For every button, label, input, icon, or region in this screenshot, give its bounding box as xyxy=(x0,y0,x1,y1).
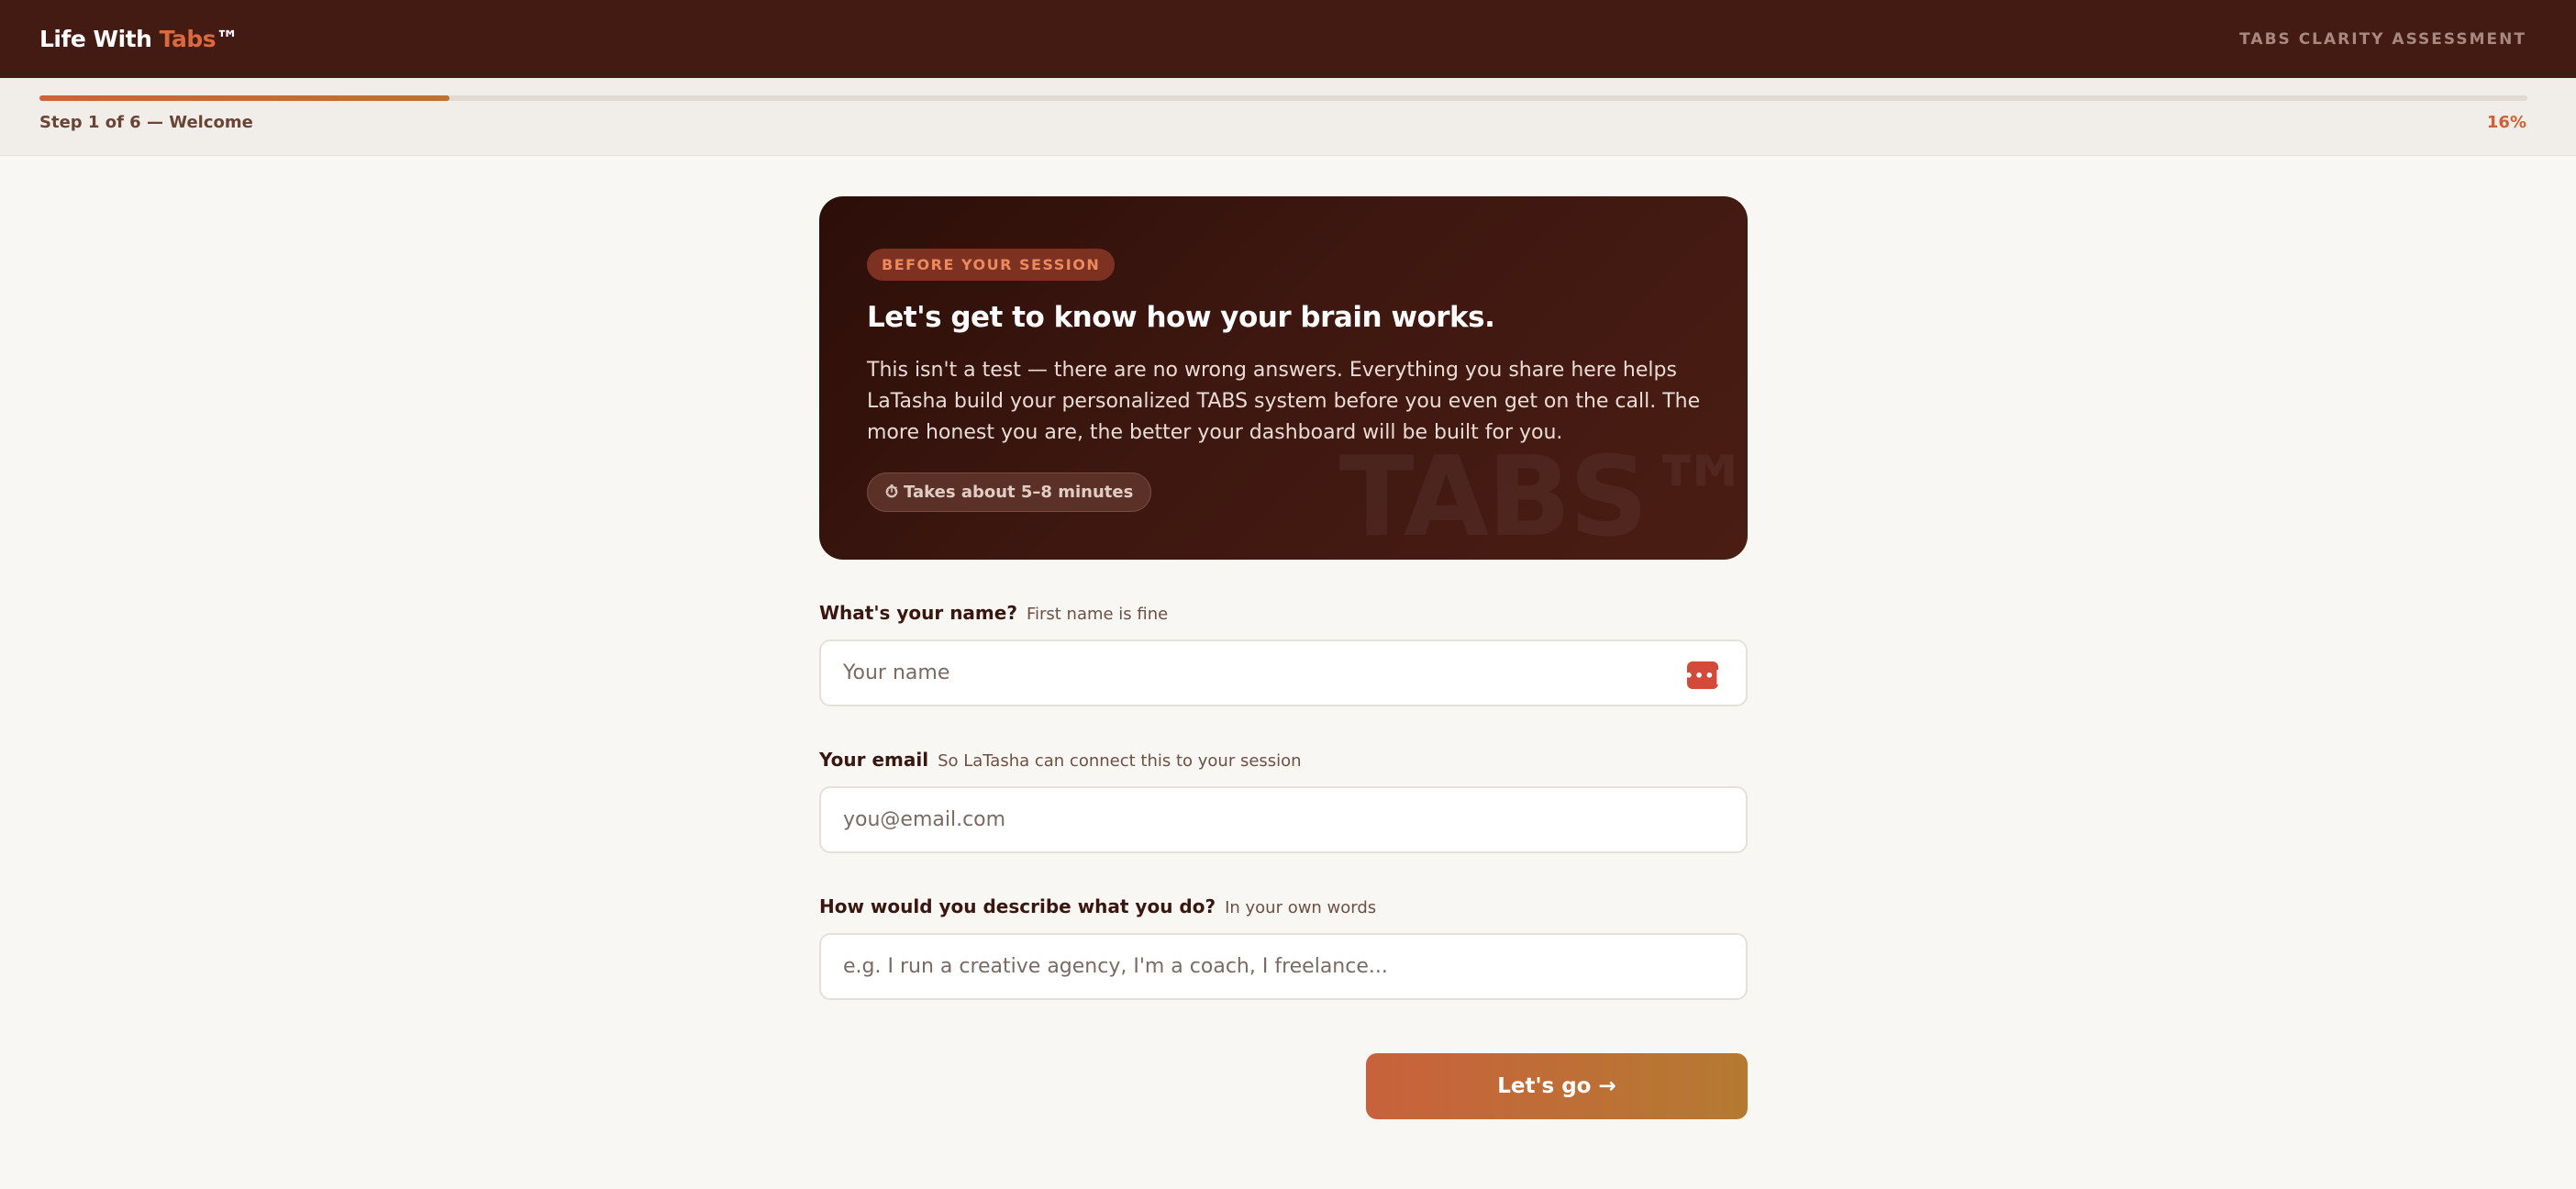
brand-suffix: ™ xyxy=(216,26,239,52)
assessment-label: TABS CLARITY ASSESSMENT xyxy=(2239,29,2526,49)
password-manager-icon[interactable]: •••| xyxy=(1684,661,1720,689)
name-hint: First name is fine xyxy=(1026,605,1169,624)
form-actions: Let's go → xyxy=(819,1053,1748,1119)
time-estimate-pill: ⏱ Takes about 5–8 minutes xyxy=(867,472,1152,512)
brand-accent: Tabs xyxy=(159,26,217,52)
role-input-wrap xyxy=(819,933,1748,1000)
brand-prefix: Life With xyxy=(39,26,160,52)
session-badge: BEFORE YOUR SESSION xyxy=(867,249,1116,281)
role-label: How would you describe what you do? In y… xyxy=(819,895,1748,917)
main-column: BEFORE YOUR SESSION Let's get to know ho… xyxy=(819,196,1748,1119)
email-question: Your email xyxy=(819,749,929,771)
brand-logo[interactable]: Life With Tabs™ xyxy=(39,26,239,52)
intro-title: Let's get to know how your brain works. xyxy=(867,301,1495,334)
role-input[interactable] xyxy=(821,935,1746,998)
name-field-group: What's your name? First name is fine •••… xyxy=(819,602,1748,706)
progress-section: Step 1 of 6 — Welcome 16% xyxy=(0,78,2576,156)
timer-icon: ⏱ xyxy=(885,483,899,502)
top-bar: Life With Tabs™ TABS CLARITY ASSESSMENT xyxy=(0,0,2576,78)
step-label: Step 1 of 6 — Welcome xyxy=(39,113,253,132)
email-input-wrap xyxy=(819,786,1748,853)
intro-card: BEFORE YOUR SESSION Let's get to know ho… xyxy=(819,196,1748,560)
name-input-wrap: •••| xyxy=(819,639,1748,706)
role-field-group: How would you describe what you do? In y… xyxy=(819,895,1748,1000)
progress-fill xyxy=(39,95,450,101)
email-input[interactable] xyxy=(821,788,1746,851)
email-label: Your email So LaTasha can connect this t… xyxy=(819,749,1748,771)
progress-percent: 16% xyxy=(2486,113,2526,132)
name-input[interactable] xyxy=(821,641,1746,705)
email-field-group: Your email So LaTasha can connect this t… xyxy=(819,749,1748,853)
name-label: What's your name? First name is fine xyxy=(819,602,1748,624)
lets-go-button[interactable]: Let's go → xyxy=(1366,1053,1748,1119)
role-question: How would you describe what you do? xyxy=(819,895,1216,917)
tabs-watermark: TABS™ xyxy=(1338,434,1748,560)
role-hint: In your own words xyxy=(1225,898,1377,917)
email-hint: So LaTasha can connect this to your sess… xyxy=(938,751,1302,771)
name-question: What's your name? xyxy=(819,602,1017,624)
progress-track xyxy=(39,95,2527,101)
time-estimate-text: Takes about 5–8 minutes xyxy=(904,483,1134,502)
